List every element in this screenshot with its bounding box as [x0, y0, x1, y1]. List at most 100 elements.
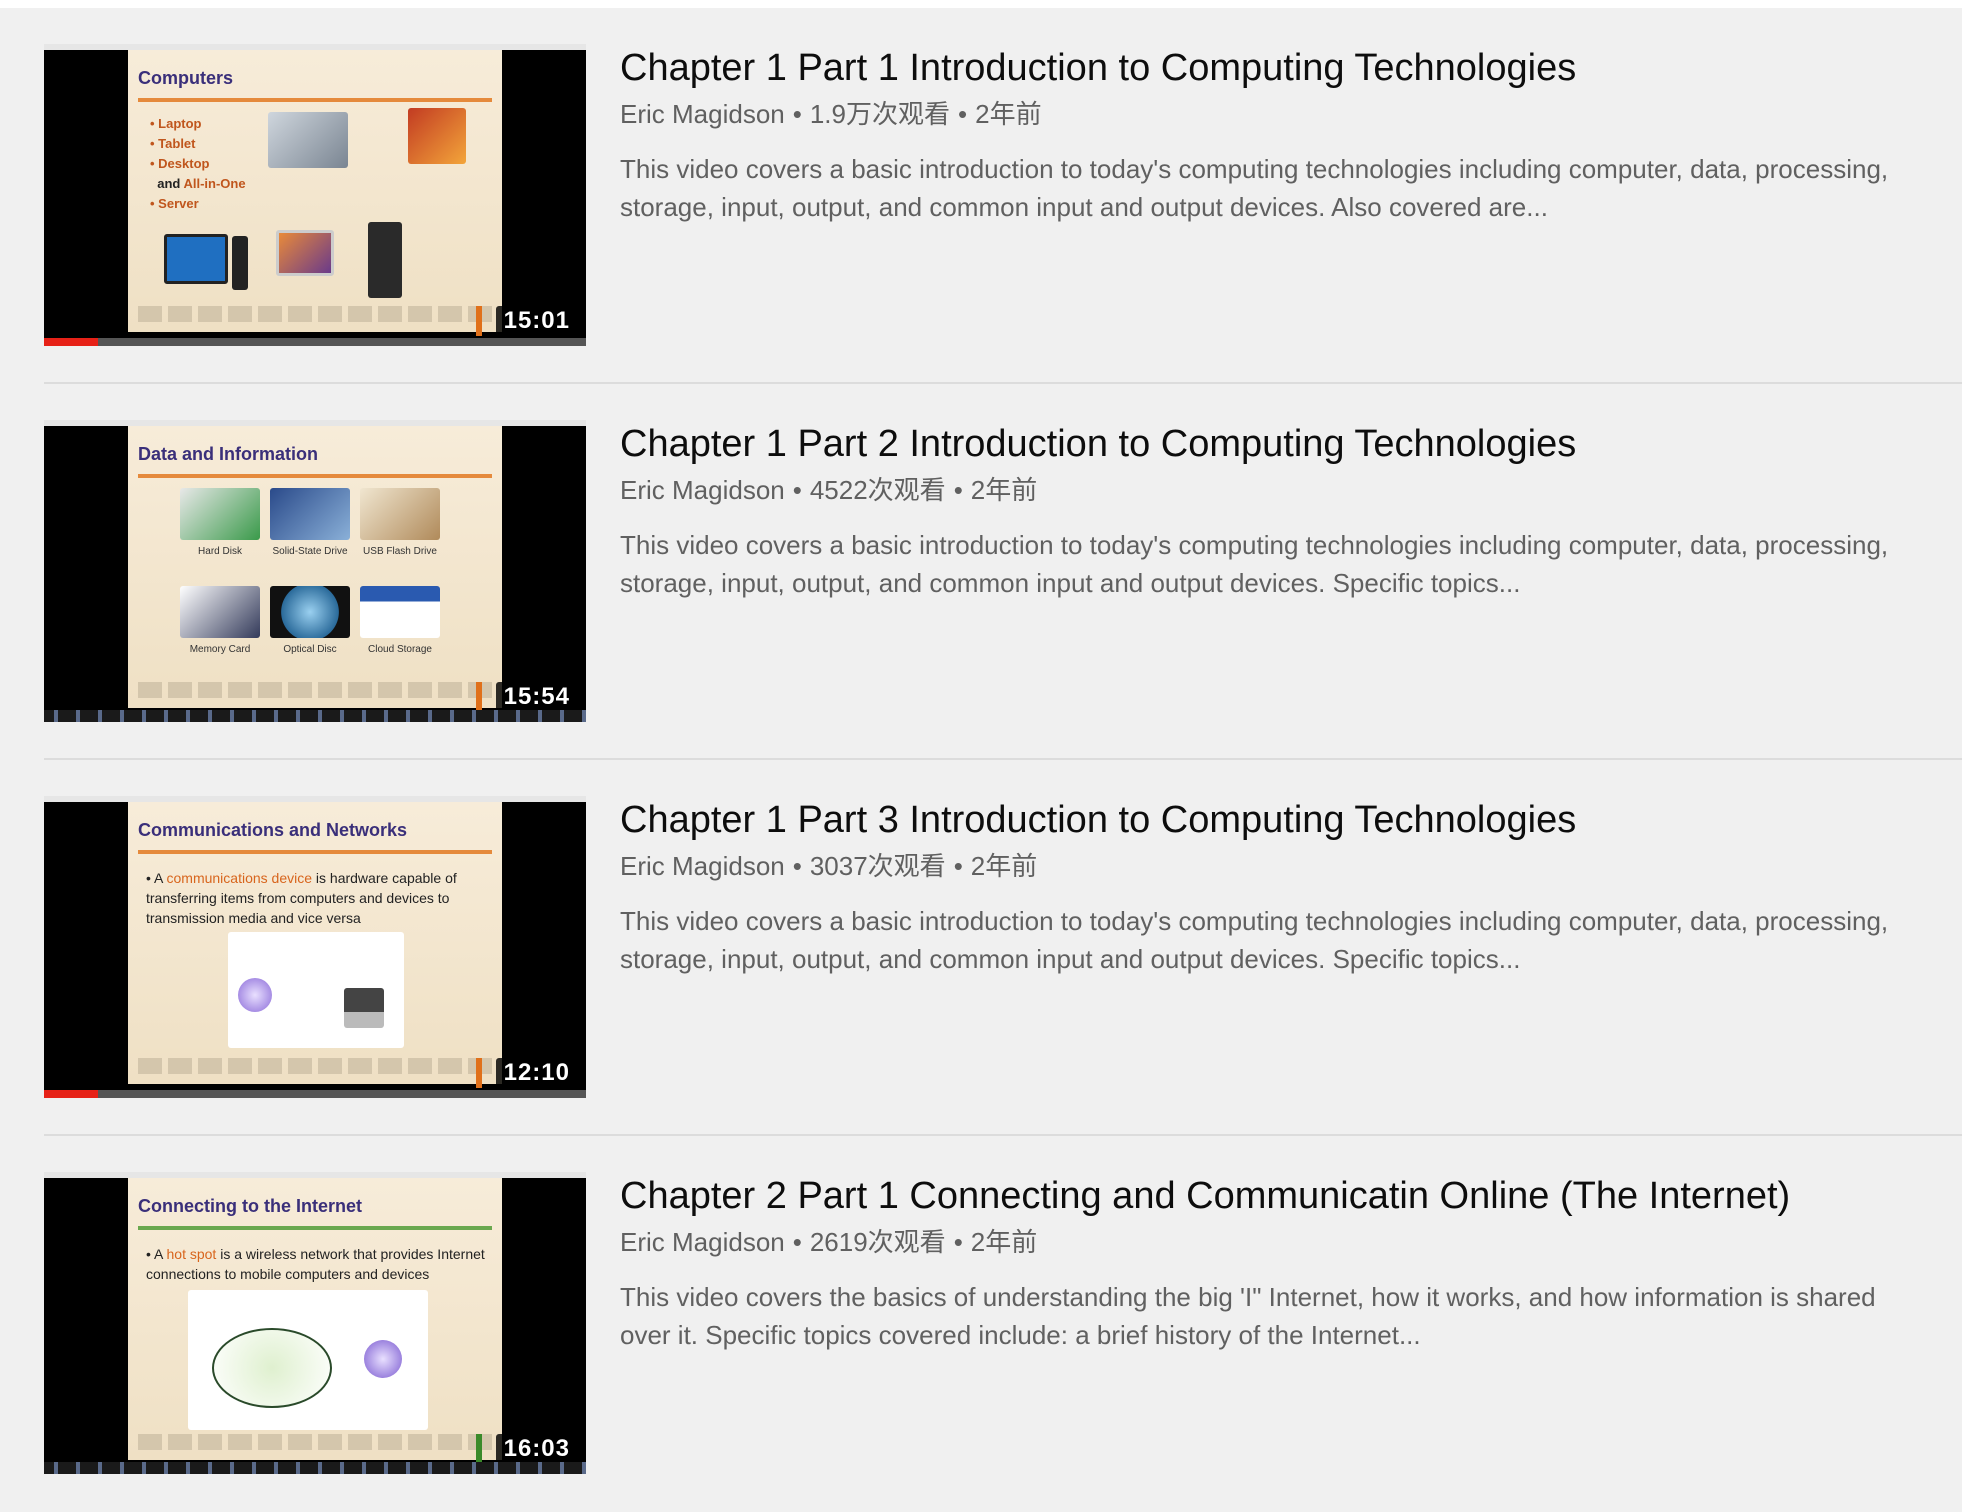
view-count: 1.9万次观看 — [809, 99, 950, 129]
meta-separator: • — [953, 475, 963, 505]
channel-name[interactable]: Eric Magidson — [620, 475, 785, 505]
taskbar-strip — [44, 710, 586, 722]
meta-separator: • — [953, 851, 963, 881]
meta-separator: • — [958, 99, 968, 129]
video-item: Communications and Networks • A communic… — [0, 760, 1962, 1136]
server-image — [368, 222, 402, 298]
slide-footer — [138, 306, 492, 322]
slide-title: Computers — [138, 68, 234, 88]
meta-separator: • — [792, 851, 802, 881]
all-in-one-image — [276, 230, 334, 276]
slide-preview: Data and Information Hard Disk Solid-Sta… — [128, 426, 502, 708]
slide-caption: USB Flash Drive — [363, 546, 437, 557]
channel-name[interactable]: Eric Magidson — [620, 99, 785, 129]
video-item: Computers • Laptop • Tablet • Desktop an… — [0, 8, 1962, 384]
duration-badge: 16:03 — [495, 1434, 578, 1464]
upload-age: 2年前 — [970, 1227, 1038, 1257]
slide-footer — [138, 1434, 492, 1450]
video-title[interactable]: Chapter 1 Part 3 Introduction to Computi… — [620, 796, 1940, 844]
slide-caption: Cloud Storage — [368, 644, 432, 655]
slide-caption: Hard Disk — [198, 546, 242, 557]
video-info: Chapter 2 Part 1 Connecting and Communic… — [620, 1172, 1940, 1354]
tablet-image — [408, 108, 466, 164]
slide-bullet: • Laptop — [150, 116, 202, 131]
top-strip — [0, 0, 1962, 8]
meta-separator: • — [792, 99, 802, 129]
laptop-image — [268, 112, 348, 168]
video-thumbnail[interactable]: Computers • Laptop • Tablet • Desktop an… — [44, 44, 586, 346]
ssd-image — [270, 488, 350, 540]
video-thumbnail[interactable]: Connecting to the Internet • A hot spot … — [44, 1172, 586, 1474]
duration-tab — [476, 682, 482, 712]
upload-age: 2年前 — [970, 475, 1038, 505]
memory-card-image — [180, 586, 260, 638]
slide-rule — [138, 850, 492, 854]
upload-age: 2年前 — [970, 851, 1038, 881]
slide-bullet: and All-in-One — [157, 176, 246, 191]
view-count: 3037次观看 — [809, 851, 946, 881]
watch-progress-bar — [44, 338, 586, 346]
slide-text: • A communications device is hardware ca… — [146, 870, 457, 926]
desktop-image — [164, 234, 228, 284]
slide-footer — [138, 682, 492, 698]
video-description: This video covers a basic introduction t… — [620, 154, 1889, 222]
wifi-area — [212, 1328, 332, 1408]
video-description: This video covers a basic introduction t… — [620, 530, 1889, 598]
video-info: Chapter 1 Part 3 Introduction to Computi… — [620, 796, 1940, 978]
hard-disk-image — [180, 488, 260, 540]
duration-tab — [476, 306, 482, 336]
slide-caption: Optical Disc — [283, 644, 337, 655]
slide-title: Communications and Networks — [138, 820, 408, 840]
slide-rule — [138, 474, 492, 478]
upload-age: 2年前 — [975, 99, 1042, 129]
slide-preview: Communications and Networks • A communic… — [128, 802, 502, 1084]
slide-title: Connecting to the Internet — [138, 1196, 362, 1216]
video-description: This video covers the basics of understa… — [620, 1282, 1876, 1350]
watch-progress-bar — [44, 1090, 586, 1098]
slide-bullet: • Server — [150, 196, 199, 211]
meta-separator: • — [953, 1227, 963, 1257]
video-title[interactable]: Chapter 2 Part 1 Connecting and Communic… — [620, 1172, 1940, 1220]
channel-name[interactable]: Eric Magidson — [620, 1227, 785, 1257]
duration-tab — [476, 1434, 482, 1464]
video-meta: Eric Magidson • 2619次观看 • 2年前 — [620, 1224, 1940, 1260]
watch-progress-fill — [44, 338, 99, 346]
taskbar-strip — [44, 1462, 586, 1474]
slide-bullet: • Tablet — [150, 136, 196, 151]
slide-caption: Solid-State Drive — [272, 546, 348, 557]
slide-title: Data and Information — [138, 444, 319, 464]
meta-separator: • — [792, 475, 802, 505]
tower-image — [232, 236, 248, 290]
duration-badge: 12:10 — [495, 1058, 578, 1088]
duration-tab — [476, 1058, 482, 1088]
video-item: Connecting to the Internet • A hot spot … — [0, 1136, 1962, 1512]
video-thumbnail[interactable]: Data and Information Hard Disk Solid-Sta… — [44, 420, 586, 722]
slide-preview: Connecting to the Internet • A hot spot … — [128, 1178, 502, 1460]
video-meta: Eric Magidson • 1.9万次观看 • 2年前 — [620, 96, 1940, 132]
view-count: 2619次观看 — [809, 1227, 946, 1257]
video-title[interactable]: Chapter 1 Part 2 Introduction to Computi… — [620, 420, 1940, 468]
slide-bullets: • Laptop • Tablet • Desktop and All-in-O… — [150, 114, 246, 214]
slide-caption: Memory Card — [189, 644, 251, 655]
video-description: This video covers a basic introduction t… — [620, 906, 1889, 974]
video-list: Computers • Laptop • Tablet • Desktop an… — [0, 8, 1962, 1512]
watch-progress-fill — [44, 1090, 99, 1098]
optical-disc-image — [270, 586, 350, 638]
video-meta: Eric Magidson • 3037次观看 • 2年前 — [620, 848, 1940, 884]
slide-preview: Computers • Laptop • Tablet • Desktop an… — [128, 50, 502, 332]
video-title[interactable]: Chapter 1 Part 1 Introduction to Computi… — [620, 44, 1940, 92]
slide-rule — [138, 98, 492, 102]
slide-footer — [138, 1058, 492, 1074]
duration-badge: 15:01 — [495, 306, 578, 336]
video-info: Chapter 1 Part 2 Introduction to Computi… — [620, 420, 1940, 602]
channel-name[interactable]: Eric Magidson — [620, 851, 785, 881]
meta-separator: • — [792, 1227, 802, 1257]
view-count: 4522次观看 — [809, 475, 946, 505]
video-thumbnail[interactable]: Communications and Networks • A communic… — [44, 796, 586, 1098]
duration-badge: 15:54 — [495, 682, 578, 712]
slide-text: • A hot spot is a wireless network that … — [146, 1246, 485, 1282]
video-meta: Eric Magidson • 4522次观看 • 2年前 — [620, 472, 1940, 508]
slide-bullet: • Desktop — [150, 156, 210, 171]
video-item: Data and Information Hard Disk Solid-Sta… — [0, 384, 1962, 760]
globe-icon — [238, 978, 272, 1012]
